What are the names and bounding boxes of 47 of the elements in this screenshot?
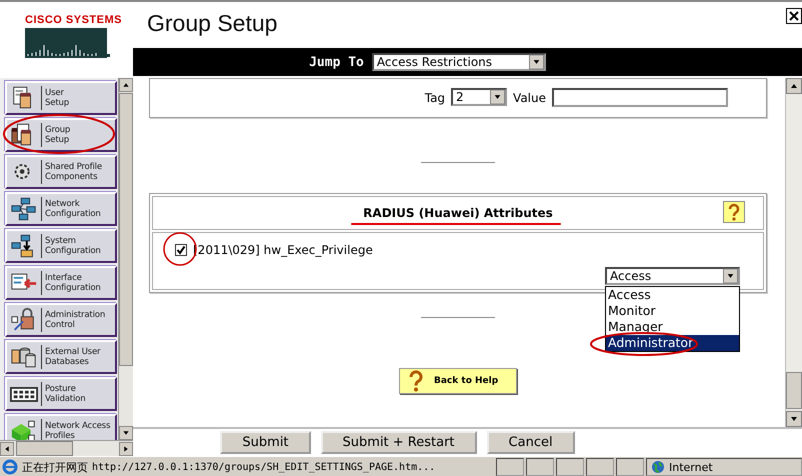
nav-button[interactable]: Administration Control	[5, 303, 117, 337]
status-pane	[496, 458, 524, 476]
page-title: Group Setup	[147, 10, 278, 37]
status-url: http://127.0.0.1:1370/groups/SH_EDIT_SETTINGS_PAGE.htm...	[92, 462, 436, 472]
privilege-dropdown[interactable]: Access	[605, 267, 740, 285]
form-button[interactable]: Cancel	[486, 431, 575, 454]
nav-button[interactable]: External User Databases	[5, 340, 117, 374]
scrollbar-thumb[interactable]	[16, 441, 73, 456]
scrollbar-thumb[interactable]	[786, 372, 802, 409]
nav-button[interactable]: Network Configuration	[5, 192, 117, 226]
jump-to-dropdown[interactable]: Access Restrictions	[372, 53, 546, 71]
nav-button[interactable]: Group Setup	[5, 118, 117, 152]
nav-button[interactable]: System Configuration	[5, 229, 117, 263]
question-mark-icon	[408, 370, 424, 392]
nav-button[interactable]: Network Access Profiles	[5, 414, 117, 440]
help-icon[interactable]	[723, 201, 745, 223]
status-pane	[556, 458, 584, 476]
nav-button[interactable]: Shared Profile Components	[5, 155, 117, 189]
browser-icon	[2, 459, 18, 475]
network-icon	[10, 196, 38, 222]
nav-button[interactable]: User Setup	[5, 81, 117, 115]
form-button[interactable]: Submit	[220, 431, 311, 454]
checkbox[interactable]	[175, 244, 187, 256]
scrollbar-thumb[interactable]	[119, 93, 133, 366]
dropdown-option[interactable]: Manager	[606, 319, 739, 335]
close-icon[interactable]	[786, 8, 802, 24]
value-field[interactable]	[552, 88, 728, 107]
status-message: 正在打开网页	[22, 460, 88, 474]
dropdown-option[interactable]: Administrator	[606, 335, 739, 351]
jump-to-label: Jump To	[309, 54, 364, 70]
status-pane	[616, 458, 644, 476]
zone-label: Internet	[669, 460, 713, 474]
globe-icon	[651, 460, 665, 474]
form-button[interactable]: Submit + Restart	[320, 431, 477, 454]
bridge-logo-icon	[25, 28, 111, 58]
value-label: Value	[513, 91, 546, 105]
tag-label: Tag	[424, 91, 446, 105]
nav-button[interactable]: Posture Validation	[5, 377, 117, 411]
status-pane	[586, 458, 614, 476]
nav-button[interactable]: Interface Configuration	[5, 266, 117, 300]
dropdown-option[interactable]: Monitor	[606, 303, 739, 319]
tag-dropdown[interactable]: 2	[451, 88, 508, 106]
status-pane	[526, 458, 554, 476]
back-to-help-button[interactable]: Back to Help	[399, 368, 517, 394]
section-title: RADIUS (Huawei) Attributes	[363, 206, 553, 220]
dropdown-option[interactable]: Access	[606, 287, 739, 303]
logo-text: CISCO SYSTEMS	[25, 14, 123, 26]
